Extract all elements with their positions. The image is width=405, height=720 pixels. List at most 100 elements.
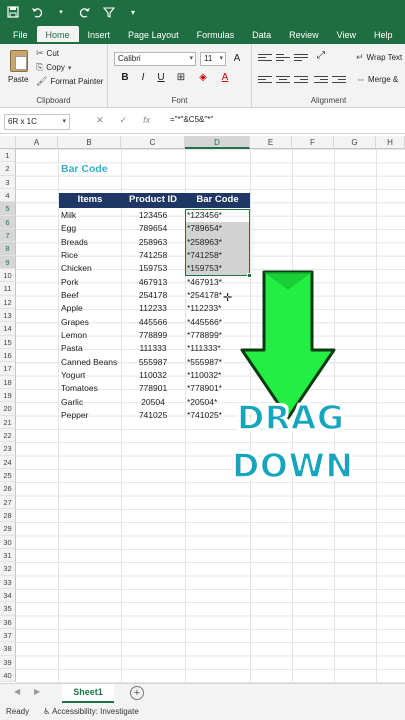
next-sheet-icon[interactable]: ▶ bbox=[34, 687, 40, 696]
tab-view[interactable]: View bbox=[328, 26, 365, 44]
item-cell[interactable]: Pork bbox=[61, 276, 121, 289]
item-cell[interactable]: Grapes bbox=[61, 316, 121, 329]
column-header-f[interactable]: F bbox=[292, 136, 334, 149]
fill-color-icon[interactable]: ◈ bbox=[196, 72, 210, 83]
item-cell[interactable]: Breads bbox=[61, 236, 121, 249]
align-left-icon[interactable] bbox=[258, 74, 272, 84]
product-id-cell[interactable]: 555987 bbox=[121, 356, 185, 369]
copy-button[interactable]: ⎘ Copy ▾ bbox=[36, 62, 71, 73]
product-id-cell[interactable]: 778899 bbox=[121, 329, 185, 342]
decrease-indent-icon[interactable] bbox=[314, 74, 328, 84]
row-header[interactable]: 10 bbox=[0, 268, 16, 283]
tab-help[interactable]: Help bbox=[365, 26, 402, 44]
row-header[interactable]: 33 bbox=[0, 575, 16, 589]
insert-function-icon[interactable]: fx bbox=[143, 115, 150, 126]
tab-page-layout[interactable]: Page Layout bbox=[119, 26, 188, 44]
item-cell[interactable]: Rice bbox=[61, 249, 121, 262]
tab-file[interactable]: File bbox=[4, 26, 37, 44]
row-header[interactable]: 2 bbox=[0, 162, 16, 176]
bold-button[interactable]: B bbox=[118, 72, 132, 83]
row-header[interactable]: 35 bbox=[0, 602, 16, 616]
item-cell[interactable]: Beef bbox=[61, 289, 121, 302]
row-header[interactable]: 40 bbox=[0, 668, 16, 683]
row-header[interactable]: 24 bbox=[0, 455, 16, 469]
font-color-icon[interactable]: A bbox=[218, 72, 232, 83]
column-header-b[interactable]: B bbox=[58, 136, 121, 149]
borders-icon[interactable]: ⊞ bbox=[174, 72, 188, 83]
row-header[interactable]: 31 bbox=[0, 548, 16, 563]
tab-tell-me[interactable]: 💡 bbox=[402, 26, 405, 44]
sheet-tab-sheet1[interactable]: Sheet1 bbox=[62, 684, 114, 703]
product-id-cell[interactable]: 778901 bbox=[121, 382, 185, 395]
row-header[interactable]: 38 bbox=[0, 642, 16, 656]
align-top-icon[interactable] bbox=[258, 52, 272, 62]
table-header-bar-code[interactable]: Bar Code bbox=[185, 193, 250, 208]
row-header[interactable]: 6 bbox=[0, 215, 16, 229]
tab-formulas[interactable]: Formulas bbox=[188, 26, 244, 44]
accessibility-status[interactable]: ♿︎ Accessibility: Investigate bbox=[43, 703, 139, 720]
cancel-icon[interactable]: ✕ bbox=[96, 115, 104, 126]
tab-home[interactable]: Home bbox=[36, 26, 79, 44]
sheet-title[interactable]: Bar Code bbox=[61, 163, 108, 176]
row-header[interactable]: 20 bbox=[0, 402, 16, 416]
row-header[interactable]: 7 bbox=[0, 228, 16, 243]
tab-insert[interactable]: Insert bbox=[79, 26, 120, 44]
formula-input[interactable]: ="*"&C5&"*" bbox=[170, 115, 213, 124]
product-id-cell[interactable]: 110032 bbox=[121, 369, 185, 382]
row-header[interactable]: 28 bbox=[0, 508, 16, 523]
column-header-e[interactable]: E bbox=[250, 136, 292, 149]
customize-dropdown-icon[interactable]: ▾ bbox=[126, 5, 140, 19]
row-header[interactable]: 39 bbox=[0, 655, 16, 669]
item-cell[interactable]: Canned Beans bbox=[61, 356, 121, 369]
row-header[interactable]: 19 bbox=[0, 388, 16, 403]
row-header[interactable]: 23 bbox=[0, 442, 16, 456]
row-header[interactable]: 25 bbox=[0, 468, 16, 483]
item-cell[interactable]: Apple bbox=[61, 302, 121, 315]
tab-review[interactable]: Review bbox=[280, 26, 328, 44]
chevron-down-icon[interactable]: ▾ bbox=[54, 5, 68, 19]
align-right-icon[interactable] bbox=[294, 74, 308, 84]
format-painter-button[interactable]: 🖌 Format Painter bbox=[36, 76, 103, 87]
font-size-select[interactable]: 11 ▾ bbox=[200, 52, 226, 66]
row-header[interactable]: 22 bbox=[0, 428, 16, 443]
product-id-cell[interactable]: 254178 bbox=[121, 289, 185, 302]
row-header[interactable]: 36 bbox=[0, 615, 16, 629]
item-cell[interactable]: Tomatoes bbox=[61, 382, 121, 395]
underline-button[interactable]: U bbox=[154, 72, 168, 83]
row-header[interactable]: 1 bbox=[0, 149, 16, 163]
table-header-product-id[interactable]: Product ID bbox=[121, 193, 185, 208]
column-header-h[interactable]: H bbox=[376, 136, 405, 149]
wrap-text-button[interactable]: ↵ Wrap Text bbox=[356, 52, 402, 63]
row-header[interactable]: 27 bbox=[0, 495, 16, 509]
font-name-select[interactable]: Calibri ▾ bbox=[114, 52, 196, 66]
tab-data[interactable]: Data bbox=[243, 26, 280, 44]
orientation-icon[interactable]: ⤢ bbox=[314, 50, 328, 61]
row-header[interactable]: 3 bbox=[0, 175, 16, 189]
item-cell[interactable]: Pepper bbox=[61, 409, 121, 422]
name-box[interactable]: 6R x 1C ▾ bbox=[4, 114, 70, 130]
add-sheet-button[interactable]: + bbox=[130, 686, 144, 700]
grow-font-button[interactable]: A bbox=[230, 53, 244, 64]
row-header[interactable]: 18 bbox=[0, 375, 16, 389]
row-header[interactable]: 21 bbox=[0, 415, 16, 429]
align-middle-icon[interactable] bbox=[276, 52, 290, 62]
row-header[interactable]: 17 bbox=[0, 362, 16, 376]
previous-sheet-icon[interactable]: ◀ bbox=[14, 687, 20, 696]
column-header-c[interactable]: C bbox=[121, 136, 185, 149]
enter-icon[interactable]: ✓ bbox=[120, 115, 128, 126]
paste-icon[interactable] bbox=[10, 50, 28, 72]
row-header[interactable]: 5 bbox=[0, 202, 16, 216]
row-header[interactable]: 37 bbox=[0, 628, 16, 643]
product-id-cell[interactable]: 112233 bbox=[121, 302, 185, 315]
increase-indent-icon[interactable] bbox=[332, 74, 346, 84]
undo-icon[interactable] bbox=[30, 5, 44, 19]
row-header[interactable]: 16 bbox=[0, 348, 16, 363]
product-id-cell[interactable]: 445566 bbox=[121, 316, 185, 329]
column-header-a[interactable]: A bbox=[16, 136, 58, 149]
row-header[interactable]: 9 bbox=[0, 255, 16, 269]
filter-icon[interactable] bbox=[102, 5, 116, 19]
item-cell[interactable]: Milk bbox=[61, 209, 121, 222]
row-header[interactable]: 15 bbox=[0, 335, 16, 349]
item-cell[interactable]: Lemon bbox=[61, 329, 121, 342]
row-header[interactable]: 14 bbox=[0, 322, 16, 336]
